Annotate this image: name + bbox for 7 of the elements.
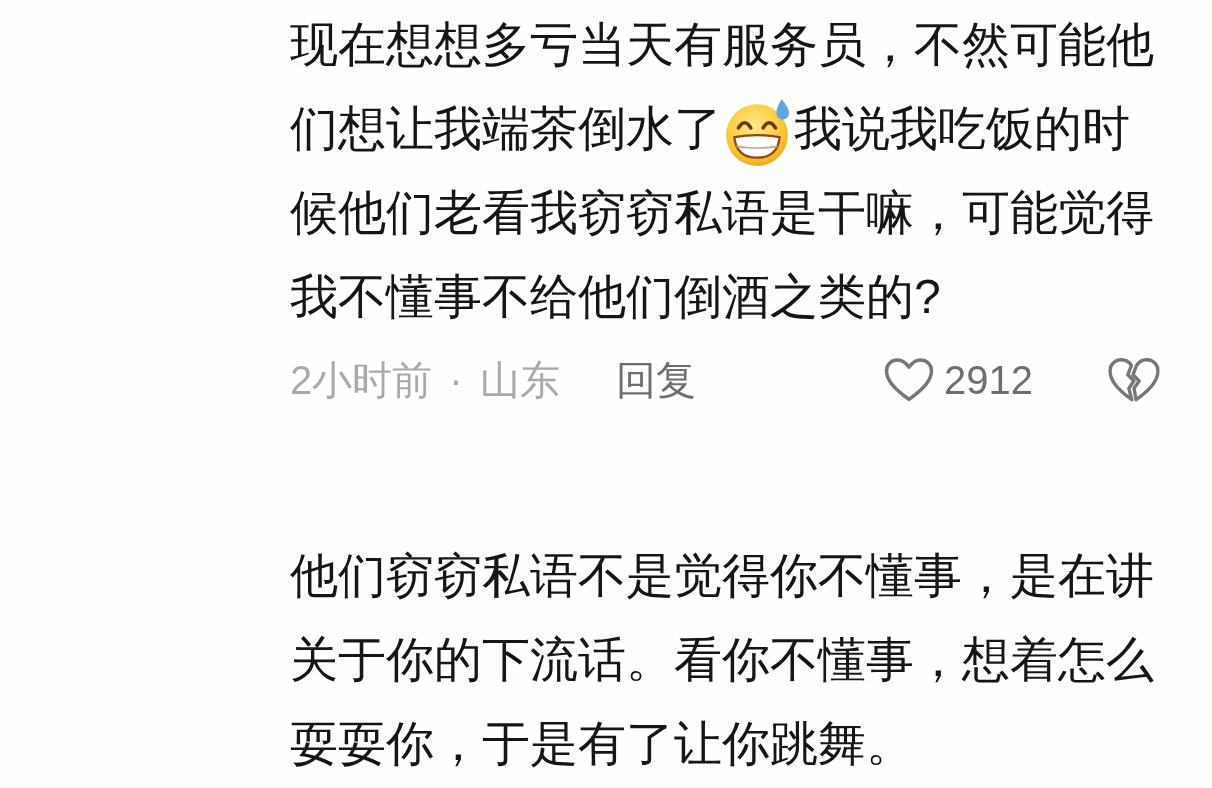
- reply-link[interactable]: 回复: [615, 352, 696, 408]
- time-location-text: 2小时前 · 山东: [290, 356, 560, 404]
- comment-text: 现在想想多亏当天有服务员，不然可能他们想让我端茶倒水了 我说我吃饭的时候他们老看我窃窃私语是干嘛，可能觉得我不懂事不给他们倒酒之类的?: [290, 17, 1155, 325]
- broken-heart-icon[interactable]: [1108, 357, 1160, 403]
- like-button[interactable]: 2912: [884, 357, 1033, 403]
- grinning-sweat-emoji-icon: [724, 97, 792, 168]
- comment-text: 他们窃窃私语不是觉得你不懂事，是在讲关于你的下流话。看你不懂事，想着怎么耍耍你，于是有了让你跳舞。: [290, 548, 1155, 772]
